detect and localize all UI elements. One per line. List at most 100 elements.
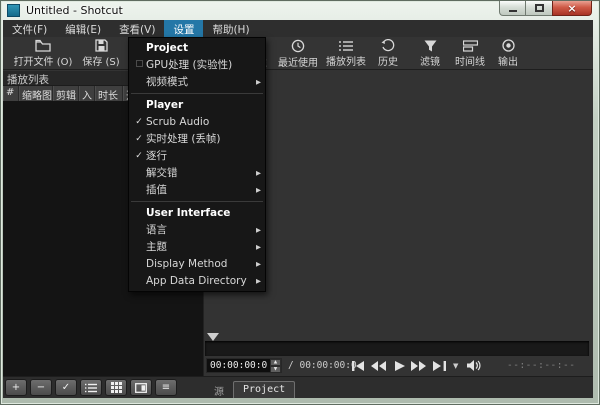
bottom-bar: + − ✓ ≡ 源 Project [3,376,593,398]
filters-button[interactable]: 滤镜 [410,38,450,69]
export-button[interactable]: 输出 [492,38,524,69]
volume-icon [467,359,481,372]
filters-funnel-icon [424,40,437,52]
view-tiles-button[interactable] [105,379,127,396]
skip-to-end-button[interactable] [431,360,447,372]
menu-separator [129,198,265,205]
open-file-icon [35,39,51,52]
client-area: 文件(F) 编辑(E) 查看(V) 设置 帮助(H) 打开文件 (O) 保存 (… [3,20,593,398]
menu-view[interactable]: 查看(V) [110,20,164,37]
tab-source[interactable]: 源 [205,381,233,398]
check-icon: ✓ [132,117,146,127]
check-icon: ✓ [132,134,146,144]
close-button[interactable]: × [552,1,592,16]
menu-item-gpu-processing[interactable]: GPU处理 (实验性) [129,56,265,73]
open-file-button[interactable]: 打开文件 (O) [11,38,75,69]
seek-bar[interactable] [205,341,589,356]
menu-help[interactable]: 帮助(H) [203,20,258,37]
playlist-button[interactable]: 播放列表 [322,38,370,69]
duration-readout: / 00:00:00:0 [288,360,357,371]
timeline-label: 时间线 [455,53,485,68]
playlist-update-button[interactable]: ✓ [55,379,77,396]
col-index[interactable]: # [3,86,19,101]
history-button[interactable]: 历史 [370,38,406,69]
menu-item-scrub-audio[interactable]: ✓Scrub Audio [129,113,265,130]
view-icons-button[interactable] [130,379,152,396]
maximize-icon [535,4,544,12]
save-button[interactable]: 保存 (S) [79,38,123,69]
play-button[interactable] [392,360,408,372]
position-spinner: ▲ ▼ [270,359,281,372]
timeline-button[interactable]: 时间线 [450,38,490,69]
submenu-arrow-icon: ▶ [252,186,261,194]
shotcut-window: Untitled - Shotcut × 文件(F) 编辑(E) 查看(V) 设… [0,0,600,405]
playlist-label: 播放列表 [326,53,366,68]
export-icon [502,39,515,52]
duration-value: 00:00:00:0 [299,360,356,371]
menu-file[interactable]: 文件(F) [3,20,56,37]
spinner-down-icon[interactable]: ▼ [270,366,281,373]
fast-forward-button[interactable] [410,360,426,372]
submenu-arrow-icon: ▶ [252,169,261,177]
tab-project[interactable]: Project [233,381,295,398]
playhead-marker[interactable] [207,333,219,341]
close-icon: × [567,3,576,14]
col-in[interactable]: 入 [79,86,95,101]
menu-item-app-data-directory[interactable]: App Data Directory▶ [129,272,265,289]
spinner-up-icon[interactable]: ▲ [270,359,281,366]
menu-item-display-method[interactable]: Display Method▶ [129,255,265,272]
menu-edit[interactable]: 编辑(E) [56,20,110,37]
transport-bar: 00:00:00:0 ▲ ▼ / 00:00:00:0 [204,356,593,376]
minimize-button[interactable] [499,1,526,16]
submenu-arrow-icon: ▶ [252,226,261,234]
position-value[interactable]: 00:00:00:0 [207,359,270,372]
menu-item-interpolation[interactable]: 插值▶ [129,181,265,198]
duration-separator: / [288,360,294,371]
menu-settings[interactable]: 设置 [164,20,203,37]
recent-clock-icon [291,39,305,53]
menu-item-deinterlacer[interactable]: 解交错▶ [129,164,265,181]
skip-to-start-button[interactable] [350,360,366,372]
menu-header-player: Player [129,97,265,113]
col-duration[interactable]: 时长 [95,86,123,101]
skip-to-end-icon [433,361,446,371]
menu-separator [129,90,265,97]
timeline-icon [463,40,478,52]
view-details-button[interactable] [80,379,102,396]
menu-bar: 文件(F) 编辑(E) 查看(V) 设置 帮助(H) [3,20,593,37]
view-icons-icon [135,383,147,393]
volume-dropdown-caret-icon[interactable]: ▼ [453,362,458,370]
recent-button[interactable]: 最近使用 [274,38,322,69]
col-thumbnail[interactable]: 缩略图 [19,86,53,101]
save-label: 保存 (S) [82,53,119,68]
playlist-add-button[interactable]: + [5,379,27,396]
title-bar[interactable]: Untitled - Shotcut × [0,0,600,20]
settings-dropdown-menu: Project GPU处理 (实验性) 视频模式▶ Player ✓Scrub … [128,37,266,292]
menu-item-video-mode[interactable]: 视频模式▶ [129,73,265,90]
playlist-menu-button[interactable]: ≡ [155,379,177,396]
submenu-arrow-icon: ▶ [252,277,261,285]
fast-forward-icon [411,361,426,371]
menu-item-progressive[interactable]: ✓逐行 [129,147,265,164]
col-clip[interactable]: 剪辑 [53,86,79,101]
menu-item-language[interactable]: 语言▶ [129,221,265,238]
check-icon: ✓ [132,151,146,161]
rewind-button[interactable] [370,360,386,372]
view-details-icon [85,383,97,393]
play-icon [395,361,405,371]
menu-item-theme[interactable]: 主题▶ [129,238,265,255]
submenu-arrow-icon: ▶ [252,260,261,268]
app-icon [7,4,20,17]
volume-button[interactable] [467,359,481,375]
selected-duration-readout: --:--:--:-- [507,360,575,371]
menu-header-user-interface: User Interface [129,205,265,221]
playlist-remove-button[interactable]: − [30,379,52,396]
menu-header-project: Project [129,40,265,56]
menu-item-realtime[interactable]: ✓实时处理 (丢帧) [129,130,265,147]
open-file-label: 打开文件 (O) [14,53,73,68]
maximize-button[interactable] [526,1,552,16]
playlist-icon [339,40,353,52]
position-spinbox[interactable]: 00:00:00:0 ▲ ▼ [206,358,282,373]
skip-to-start-icon [352,361,365,371]
main-toolbar: 打开文件 (O) 保存 (S) i 性 最近使用 播放列表 历史 [3,37,593,70]
